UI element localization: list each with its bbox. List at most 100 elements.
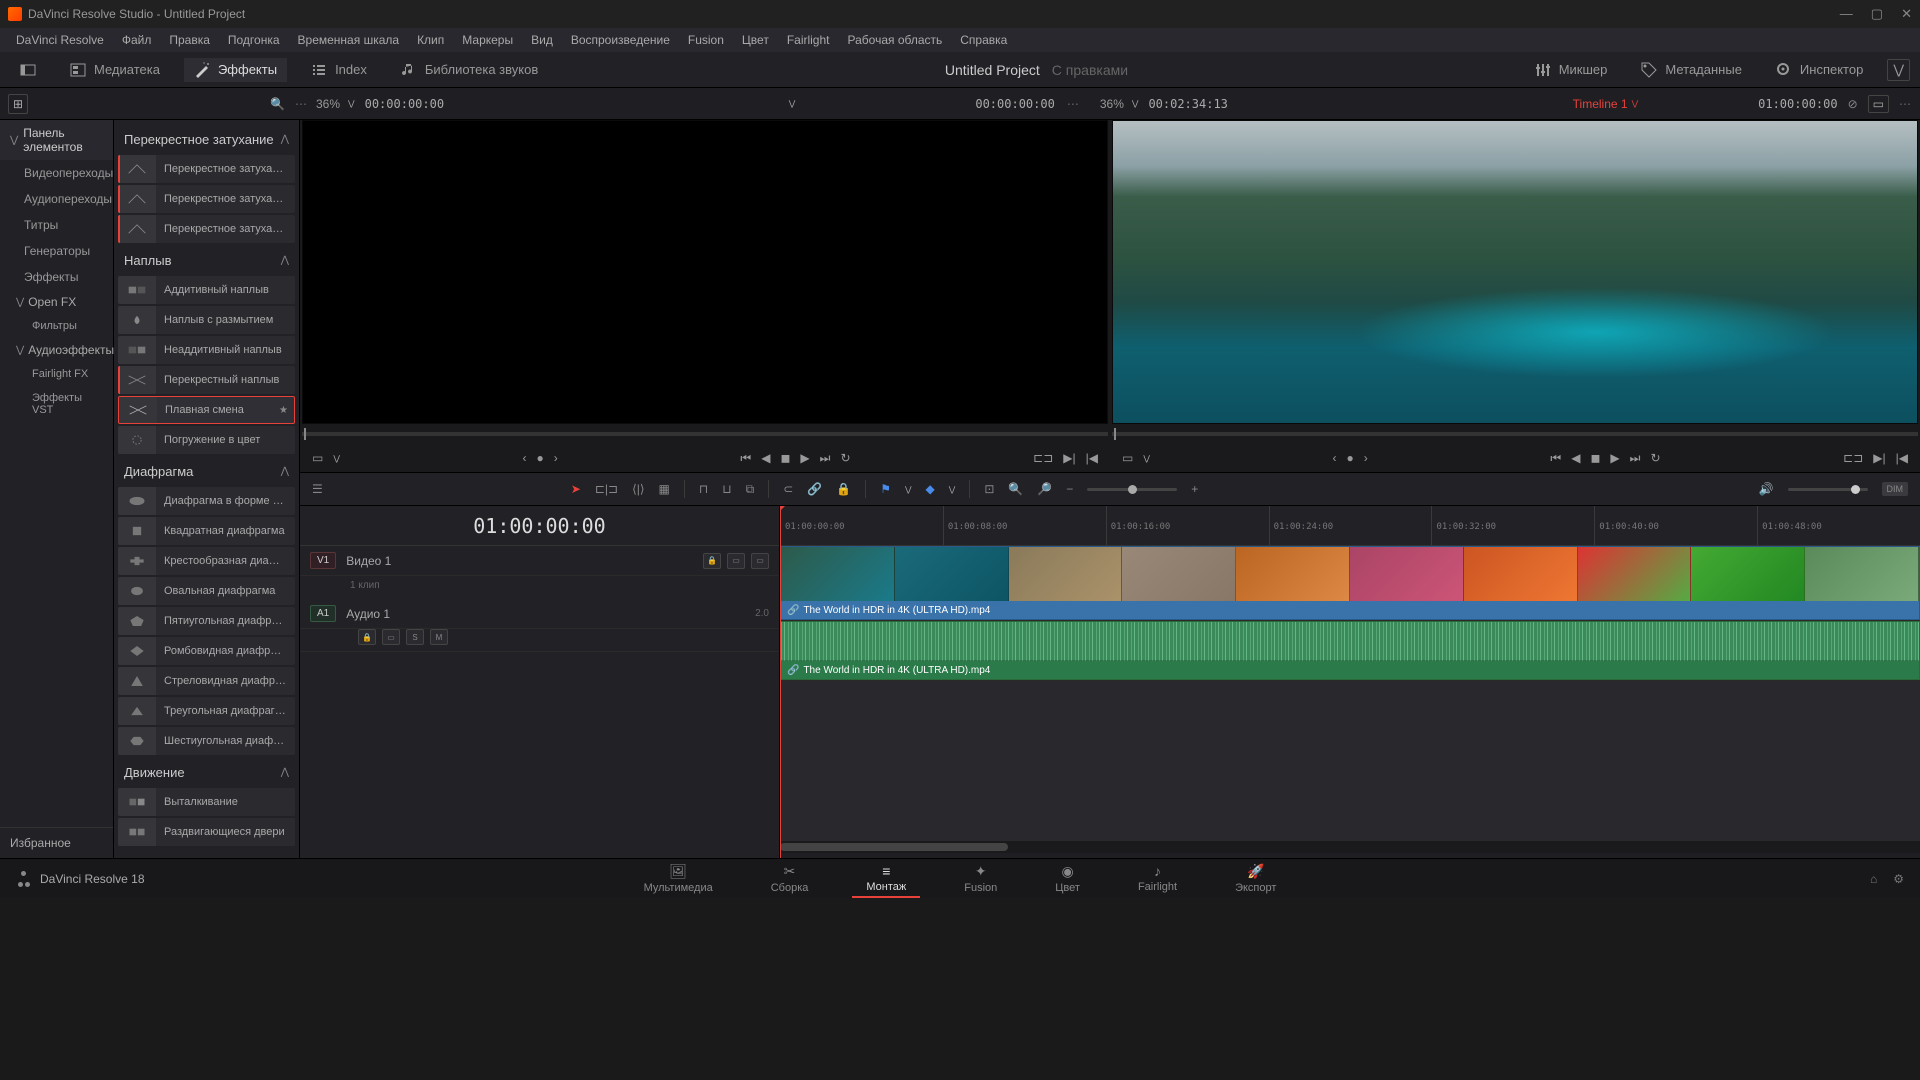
disable-track-icon[interactable]: ▭ (751, 553, 769, 569)
timeline-name[interactable]: Timeline 1 (1573, 97, 1628, 111)
fx-iris-square[interactable]: Квадратная диафрагма (118, 517, 295, 545)
dim-button[interactable]: DIM (1882, 482, 1909, 496)
fusion-page-tab[interactable]: ✦Fusion (950, 860, 1011, 898)
video-transitions[interactable]: Видеопереходы (0, 160, 113, 186)
mute-icon[interactable]: M (430, 629, 448, 645)
tl-options[interactable]: ⋯ (1899, 97, 1912, 111)
menu-view[interactable]: Вид (523, 31, 561, 49)
source-dropdown[interactable]: ⋁ (789, 99, 796, 108)
prev-edit-icon[interactable]: ‹ (523, 451, 527, 465)
goto-out-icon[interactable]: |◀ (1086, 451, 1098, 465)
menu-clip[interactable]: Клип (409, 31, 452, 49)
fx-smooth-cut[interactable]: Плавная смена★ (118, 396, 295, 424)
effects-tab[interactable]: Эффекты (184, 58, 287, 82)
video-track-1[interactable]: 🔗The World in HDR in 4K (ULTRA HD).mp4 (780, 546, 1920, 621)
goto-in-icon[interactable]: ▶| (1873, 451, 1885, 465)
fx-iris-diamond[interactable]: Ромбовидная диафра… (118, 637, 295, 665)
bypass-button[interactable]: ⊘ (1848, 97, 1858, 111)
lock-track-icon[interactable]: 🔒 (703, 553, 721, 569)
insert-icon[interactable]: ⊓ (699, 482, 708, 496)
source-zoom[interactable]: 36% (308, 97, 348, 111)
program-monitor[interactable] (1112, 120, 1918, 424)
media-tab[interactable]: Медиатека (60, 58, 170, 82)
source-options[interactable]: ⋯ (1067, 97, 1080, 111)
v1-badge[interactable]: V1 (310, 552, 336, 569)
trim-tool-icon[interactable]: ⊏|⊐ (595, 482, 618, 496)
timeline-zoom[interactable]: 36% (1092, 97, 1132, 111)
fx-group-motion[interactable]: Движение⋀ (118, 757, 295, 788)
sounds-tab[interactable]: Библиотека звуков (391, 58, 548, 82)
timeline-tc[interactable]: 01:00:00:00 (1758, 97, 1837, 111)
fx-iris-hexagon[interactable]: Шестиугольная диаф… (118, 727, 295, 755)
fx-nonadditive-dissolve[interactable]: Неаддитивный наплыв (118, 336, 295, 364)
fx-iris-arrow[interactable]: Стреловидная диафра… (118, 667, 295, 695)
menu-timeline[interactable]: Временная шкала (290, 31, 408, 49)
video-track-header[interactable]: V1 Видео 1 🔒 ▭ ▭ (300, 546, 779, 576)
audio-transitions[interactable]: Аудиопереходы (0, 186, 113, 212)
video-clip[interactable]: 🔗The World in HDR in 4K (ULTRA HD).mp4 (780, 546, 1920, 620)
fx-iris-pentagon[interactable]: Пятиугольная диафра… (118, 607, 295, 635)
in-out-icon[interactable]: ⊏⊐ (1033, 451, 1053, 465)
filters[interactable]: Фильтры (0, 314, 113, 338)
vst-effects[interactable]: Эффекты VST (0, 386, 113, 422)
source-scrubber[interactable] (302, 428, 1108, 440)
loop-icon[interactable]: ↻ (840, 451, 850, 465)
lock-icon[interactable]: 🔒 (836, 482, 851, 496)
marker-dot-icon[interactable]: ● (537, 451, 544, 465)
source-monitor[interactable] (302, 120, 1108, 424)
match-frame-icon[interactable]: ▭ (1122, 451, 1133, 465)
zoom-custom-icon[interactable]: 🔎 (1037, 482, 1052, 496)
timecode-display[interactable]: 01:00:00:00 (300, 506, 779, 546)
fairlight-page-tab[interactable]: ♪Fairlight (1124, 860, 1191, 898)
goto-end-icon[interactable]: ⏭ (1630, 451, 1641, 466)
stop-icon[interactable]: ◼ (1590, 451, 1600, 465)
menu-trim[interactable]: Подгонка (220, 31, 288, 49)
zoom-detail-icon[interactable]: 🔍 (1008, 482, 1023, 496)
zoom-slider[interactable] (1087, 488, 1177, 491)
menu-fusion[interactable]: Fusion (680, 31, 732, 49)
layout-toggle[interactable]: ⊞ (8, 94, 28, 114)
home-icon[interactable]: ⌂ (1870, 872, 1877, 886)
menu-fairlight[interactable]: Fairlight (779, 31, 838, 49)
empty-track-area[interactable] (780, 681, 1920, 841)
solo-icon[interactable]: S (406, 629, 424, 645)
openfx-group[interactable]: ⋁Open FX (0, 290, 113, 314)
inspector-tab[interactable]: Инспектор (1766, 58, 1873, 82)
source-tc[interactable]: 00:00:00:00 (365, 97, 444, 111)
timeline-ruler[interactable]: 01:00:00:00 01:00:08:00 01:00:16:00 01:0… (780, 506, 1920, 546)
fx-blur-dissolve[interactable]: Наплыв с размытием (118, 306, 295, 334)
fx-item[interactable]: Перекрестное затуха… (118, 215, 295, 243)
expand-left-button[interactable] (10, 58, 46, 82)
fx-sliding-doors[interactable]: Раздвигающиеся двери (118, 818, 295, 846)
edit-page-tab[interactable]: ≡Монтаж (852, 860, 920, 898)
menu-playback[interactable]: Воспроизведение (563, 31, 678, 49)
menu-edit[interactable]: Правка (161, 31, 218, 49)
snapping-icon[interactable]: ⊂ (783, 482, 793, 496)
selection-tool-icon[interactable]: ➤ (571, 482, 581, 496)
a1-badge[interactable]: A1 (310, 605, 336, 622)
program-scrubber[interactable] (1112, 428, 1918, 440)
zoom-full-icon[interactable]: ⊡ (984, 482, 994, 496)
zoom-dropdown[interactable]: ⋁ (348, 99, 355, 108)
play-icon[interactable]: ▶ (1610, 451, 1619, 465)
dynamic-trim-icon[interactable]: ⟨|⟩ (632, 482, 644, 496)
marker-dot-icon[interactable]: ● (1347, 451, 1354, 465)
minimize-button[interactable]: — (1840, 6, 1853, 22)
tl-dropdown[interactable]: ⋁ (1632, 99, 1639, 108)
menu-workspace[interactable]: Рабочая область (840, 31, 951, 49)
fx-item[interactable]: Перекрестное затуха… (118, 185, 295, 213)
link-icon[interactable]: 🔗 (807, 482, 822, 496)
color-page-tab[interactable]: ◉Цвет (1041, 860, 1094, 898)
timeline-scrollbar[interactable] (780, 841, 1920, 853)
index-tab[interactable]: Index (301, 58, 377, 82)
favorites[interactable]: Избранное (0, 827, 113, 858)
fx-cross-dissolve[interactable]: Перекрестный наплыв (118, 366, 295, 394)
menu-markers[interactable]: Маркеры (454, 31, 521, 49)
auto-select-icon[interactable]: ▭ (382, 629, 400, 645)
fx-additive-dissolve[interactable]: Аддитивный наплыв (118, 276, 295, 304)
options-button[interactable]: ⋯ (295, 97, 308, 111)
mixer-tab[interactable]: Микшер (1525, 58, 1618, 82)
fx-group-iris[interactable]: Диафрагма⋀ (118, 456, 295, 487)
fairlightfx[interactable]: Fairlight FX (0, 362, 113, 386)
audio-clip[interactable]: 🔗The World in HDR in 4K (ULTRA HD).mp4 (780, 621, 1920, 680)
